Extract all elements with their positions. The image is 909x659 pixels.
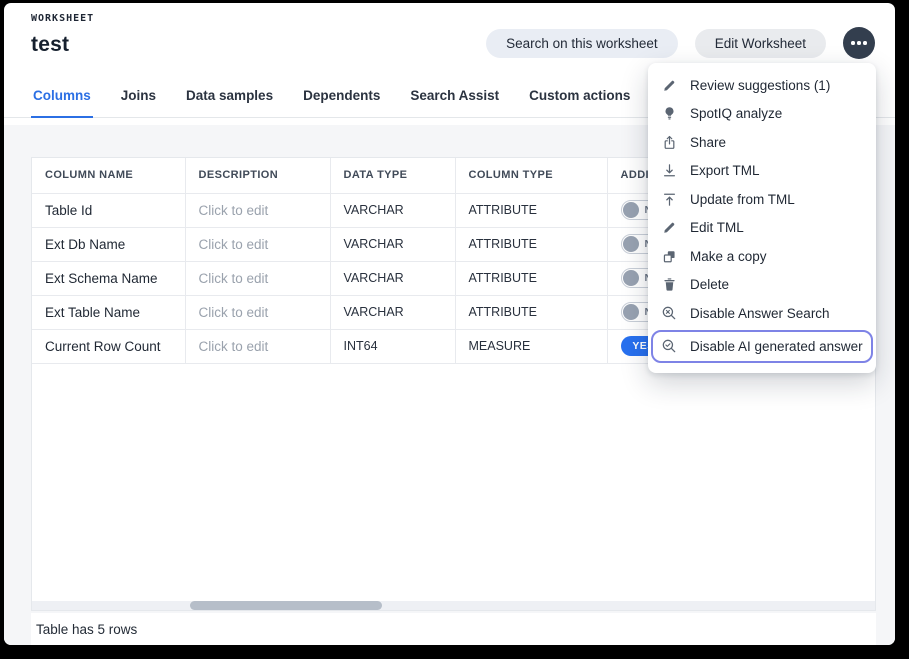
- cell-column-name: Ext Table Name: [32, 295, 185, 329]
- search-check-icon: [661, 338, 677, 354]
- cell-data-type: INT64: [330, 329, 455, 363]
- menu-item-label: Share: [690, 135, 726, 150]
- download-icon: [661, 163, 677, 179]
- menu-item-label: Update from TML: [690, 192, 795, 207]
- menu-item-label: Disable Answer Search: [690, 306, 830, 321]
- cell-data-type: VARCHAR: [330, 193, 455, 227]
- menu-item-delete[interactable]: Delete: [648, 271, 876, 300]
- menu-item-label: SpotIQ analyze: [690, 106, 782, 121]
- cell-description-editable[interactable]: Click to edit: [185, 193, 330, 227]
- pencil-icon: [661, 220, 677, 236]
- edit-worksheet-button[interactable]: Edit Worksheet: [695, 29, 826, 58]
- cell-column-type: ATTRIBUTE: [455, 193, 607, 227]
- menu-item-review-suggestions-1[interactable]: Review suggestions (1): [648, 71, 876, 100]
- cell-column-name: Table Id: [32, 193, 185, 227]
- cell-data-type: VARCHAR: [330, 295, 455, 329]
- cell-description-editable[interactable]: Click to edit: [185, 295, 330, 329]
- header-actions: Search on this worksheet Edit Worksheet: [486, 27, 875, 59]
- cell-column-name: Ext Schema Name: [32, 261, 185, 295]
- menu-item-label: Disable AI generated answer: [690, 339, 863, 354]
- menu-item-label: Export TML: [690, 163, 760, 178]
- tab-columns[interactable]: Columns: [31, 88, 93, 118]
- pencil-icon: [661, 77, 677, 93]
- search-disabled-icon: [661, 305, 677, 321]
- cell-column-type: ATTRIBUTE: [455, 295, 607, 329]
- ellipsis-icon: [851, 41, 867, 45]
- menu-item-disable-ai-generated-answer[interactable]: Disable AI generated answer: [651, 330, 873, 363]
- tab-joins[interactable]: Joins: [119, 88, 158, 118]
- menu-item-label: Delete: [690, 277, 729, 292]
- menu-item-update-from-tml[interactable]: Update from TML: [648, 185, 876, 214]
- scrollbar-thumb[interactable]: [190, 601, 382, 610]
- menu-item-label: Make a copy: [690, 249, 767, 264]
- table-row-count: Table has 5 rows: [31, 613, 876, 645]
- column-header-column-type: COLUMN TYPE: [455, 158, 607, 193]
- cell-data-type: VARCHAR: [330, 227, 455, 261]
- copy-icon: [661, 248, 677, 264]
- cell-description-editable[interactable]: Click to edit: [185, 227, 330, 261]
- cell-column-name: Ext Db Name: [32, 227, 185, 261]
- cell-column-type: ATTRIBUTE: [455, 227, 607, 261]
- menu-item-label: Review suggestions (1): [690, 78, 830, 93]
- cell-description-editable[interactable]: Click to edit: [185, 329, 330, 363]
- bulb-icon: [661, 106, 677, 122]
- toggle-knob: [623, 304, 639, 320]
- menu-item-edit-tml[interactable]: Edit TML: [648, 214, 876, 243]
- menu-item-make-a-copy[interactable]: Make a copy: [648, 242, 876, 271]
- menu-item-spotiq-analyze[interactable]: SpotIQ analyze: [648, 100, 876, 129]
- more-options-menu: Review suggestions (1) SpotIQ analyze Shar…: [648, 63, 876, 373]
- cell-column-type: MEASURE: [455, 329, 607, 363]
- toggle-knob: [623, 202, 639, 218]
- cell-column-name: Current Row Count: [32, 329, 185, 363]
- menu-item-disable-answer-search[interactable]: Disable Answer Search: [648, 299, 876, 328]
- search-on-worksheet-button[interactable]: Search on this worksheet: [486, 29, 678, 58]
- cell-column-type: ATTRIBUTE: [455, 261, 607, 295]
- column-header-data-type: DATA TYPE: [330, 158, 455, 193]
- tab-custom-actions[interactable]: Custom actions: [527, 88, 632, 118]
- worksheet-header: WORKSHEET test Search on this worksheet …: [4, 3, 895, 61]
- share-icon: [661, 134, 677, 150]
- menu-item-label: Edit TML: [690, 220, 744, 235]
- tab-search-assist[interactable]: Search Assist: [408, 88, 501, 118]
- column-header-column-name: COLUMN NAME: [32, 158, 185, 193]
- menu-item-share[interactable]: Share: [648, 128, 876, 157]
- toggle-knob: [623, 236, 639, 252]
- tab-dependents[interactable]: Dependents: [301, 88, 382, 118]
- upload-icon: [661, 191, 677, 207]
- app-window: WORKSHEET test Search on this worksheet …: [4, 3, 895, 645]
- column-header-description: DESCRIPTION: [185, 158, 330, 193]
- worksheet-eyebrow: WORKSHEET: [31, 13, 895, 24]
- toggle-knob: [623, 270, 639, 286]
- cell-data-type: VARCHAR: [330, 261, 455, 295]
- more-options-button[interactable]: [843, 27, 875, 59]
- tab-data-samples[interactable]: Data samples: [184, 88, 275, 118]
- cell-description-editable[interactable]: Click to edit: [185, 261, 330, 295]
- trash-icon: [661, 277, 677, 293]
- menu-item-export-tml[interactable]: Export TML: [648, 157, 876, 186]
- horizontal-scrollbar[interactable]: [32, 601, 875, 610]
